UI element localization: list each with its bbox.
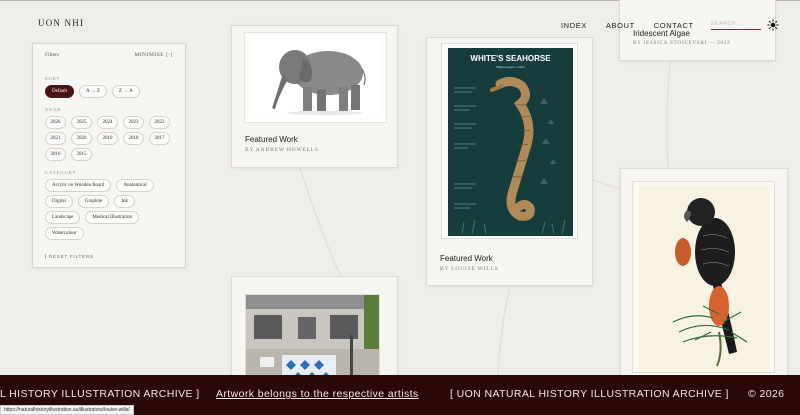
category-chip-landscape[interactable]: Landscape — [45, 211, 81, 224]
category-chip-graphite[interactable]: Graphite — [77, 195, 110, 208]
card-title: Featured Work — [245, 135, 298, 144]
year-chip-2021[interactable]: 2021 — [45, 132, 66, 145]
category-chip-anatomical[interactable]: Anatomical — [116, 179, 154, 192]
sort-label: SORT — [45, 76, 61, 81]
year-chip-2019[interactable]: 2019 — [97, 132, 118, 145]
year-chip-2017[interactable]: 2017 — [149, 132, 170, 145]
year-label: YEAR — [45, 107, 62, 112]
artwork-card-seahorse[interactable]: WHITE'S SEAHORSE Hippocampus whitei Feat… — [426, 37, 593, 286]
artwork-image-frame: WHITE'S SEAHORSE Hippocampus whitei — [441, 43, 578, 239]
year-chip-2026[interactable]: 2026 — [45, 116, 66, 129]
year-chip-2023[interactable]: 2023 — [123, 116, 144, 129]
site-logo[interactable]: UON NHI — [38, 18, 84, 28]
nav-index-link[interactable]: INDEX — [561, 21, 587, 30]
year-chip-2018[interactable]: 2018 — [123, 132, 144, 145]
filters-panel: Filters MINIMISE [-] SORT Default A → Z … — [32, 43, 186, 268]
nav-contact-link[interactable]: CONTACT — [654, 21, 694, 30]
poster-subheading: Hippocampus whitei — [495, 65, 525, 69]
category-label: CATEGORY — [45, 170, 77, 175]
footer-copyright: © 2026 — [748, 388, 785, 400]
year-chip-2022[interactable]: 2022 — [149, 116, 170, 129]
footer-archive-text-left: L HISTORY ILLUSTRATION ARCHIVE ] — [0, 388, 200, 400]
building-illustration — [246, 295, 379, 383]
year-chip-2025[interactable]: 2025 — [71, 116, 92, 129]
search-input[interactable] — [710, 21, 761, 30]
card-byline: BY LOUISE WILLS — [440, 266, 499, 272]
category-chip-ink[interactable]: Ink — [114, 195, 136, 208]
poster-heading: WHITE'S SEAHORSE — [470, 54, 551, 63]
artwork-image-frame — [632, 181, 775, 373]
category-chip-acrylic[interactable]: Acrylic on Wooden Board — [45, 179, 112, 192]
artwork-card-elephant[interactable]: Featured Work BY ANDREW HOWELLS — [231, 25, 398, 168]
elephant-illustration — [253, 39, 380, 118]
card-byline: BY JESSICA STOJCEVSKI — 2022 — [633, 41, 731, 46]
filters-title: Filters — [45, 52, 60, 58]
card-byline: BY ANDREW HOWELLS — [245, 147, 319, 153]
category-chip-watercolour[interactable]: Watercolour — [45, 227, 84, 240]
artwork-card-cockatoo[interactable] — [620, 168, 788, 378]
year-chip-2016[interactable]: 2016 — [45, 148, 66, 161]
theme-toggle-sun-icon[interactable] — [767, 19, 779, 31]
sort-default-chip[interactable]: Default — [45, 85, 74, 98]
seahorse-poster: WHITE'S SEAHORSE Hippocampus whitei — [448, 48, 573, 236]
nav-about-link[interactable]: ABOUT — [606, 21, 635, 30]
year-chip-2015[interactable]: 2015 — [71, 148, 92, 161]
status-bar-url: https://naturalhistoryillustration.au/il… — [0, 405, 134, 415]
main-nav: INDEX ABOUT CONTACT — [561, 21, 761, 30]
artwork-image-frame — [245, 294, 380, 384]
artwork-card-algae[interactable]: Iridescent Algae BY JESSICA STOJCEVSKI —… — [619, 0, 776, 61]
sort-z-a-chip[interactable]: Z → A — [111, 85, 140, 98]
artwork-card-building[interactable] — [231, 276, 398, 386]
minimise-button[interactable]: MINIMISE [-] — [134, 52, 173, 58]
year-chip-2024[interactable]: 2024 — [97, 116, 118, 129]
black-cockatoo-illustration — [639, 186, 770, 370]
year-chip-2020[interactable]: 2020 — [71, 132, 92, 145]
reset-filters-button[interactable]: RESET FILTERS — [45, 254, 94, 259]
card-title: Iridescent Algae — [633, 29, 690, 38]
footer-archive-text-mid: [ UON NATURAL HISTORY ILLUSTRATION ARCHI… — [450, 388, 729, 400]
card-title: Featured Work — [440, 254, 493, 263]
category-chip-digital[interactable]: Digital — [45, 195, 73, 208]
artwork-image-frame — [244, 32, 387, 123]
footer-credits-link[interactable]: Artwork belongs to the respective artist… — [216, 388, 419, 400]
sort-a-z-chip[interactable]: A → Z — [79, 85, 107, 98]
category-chip-medical[interactable]: Medical Illustration — [85, 211, 139, 224]
